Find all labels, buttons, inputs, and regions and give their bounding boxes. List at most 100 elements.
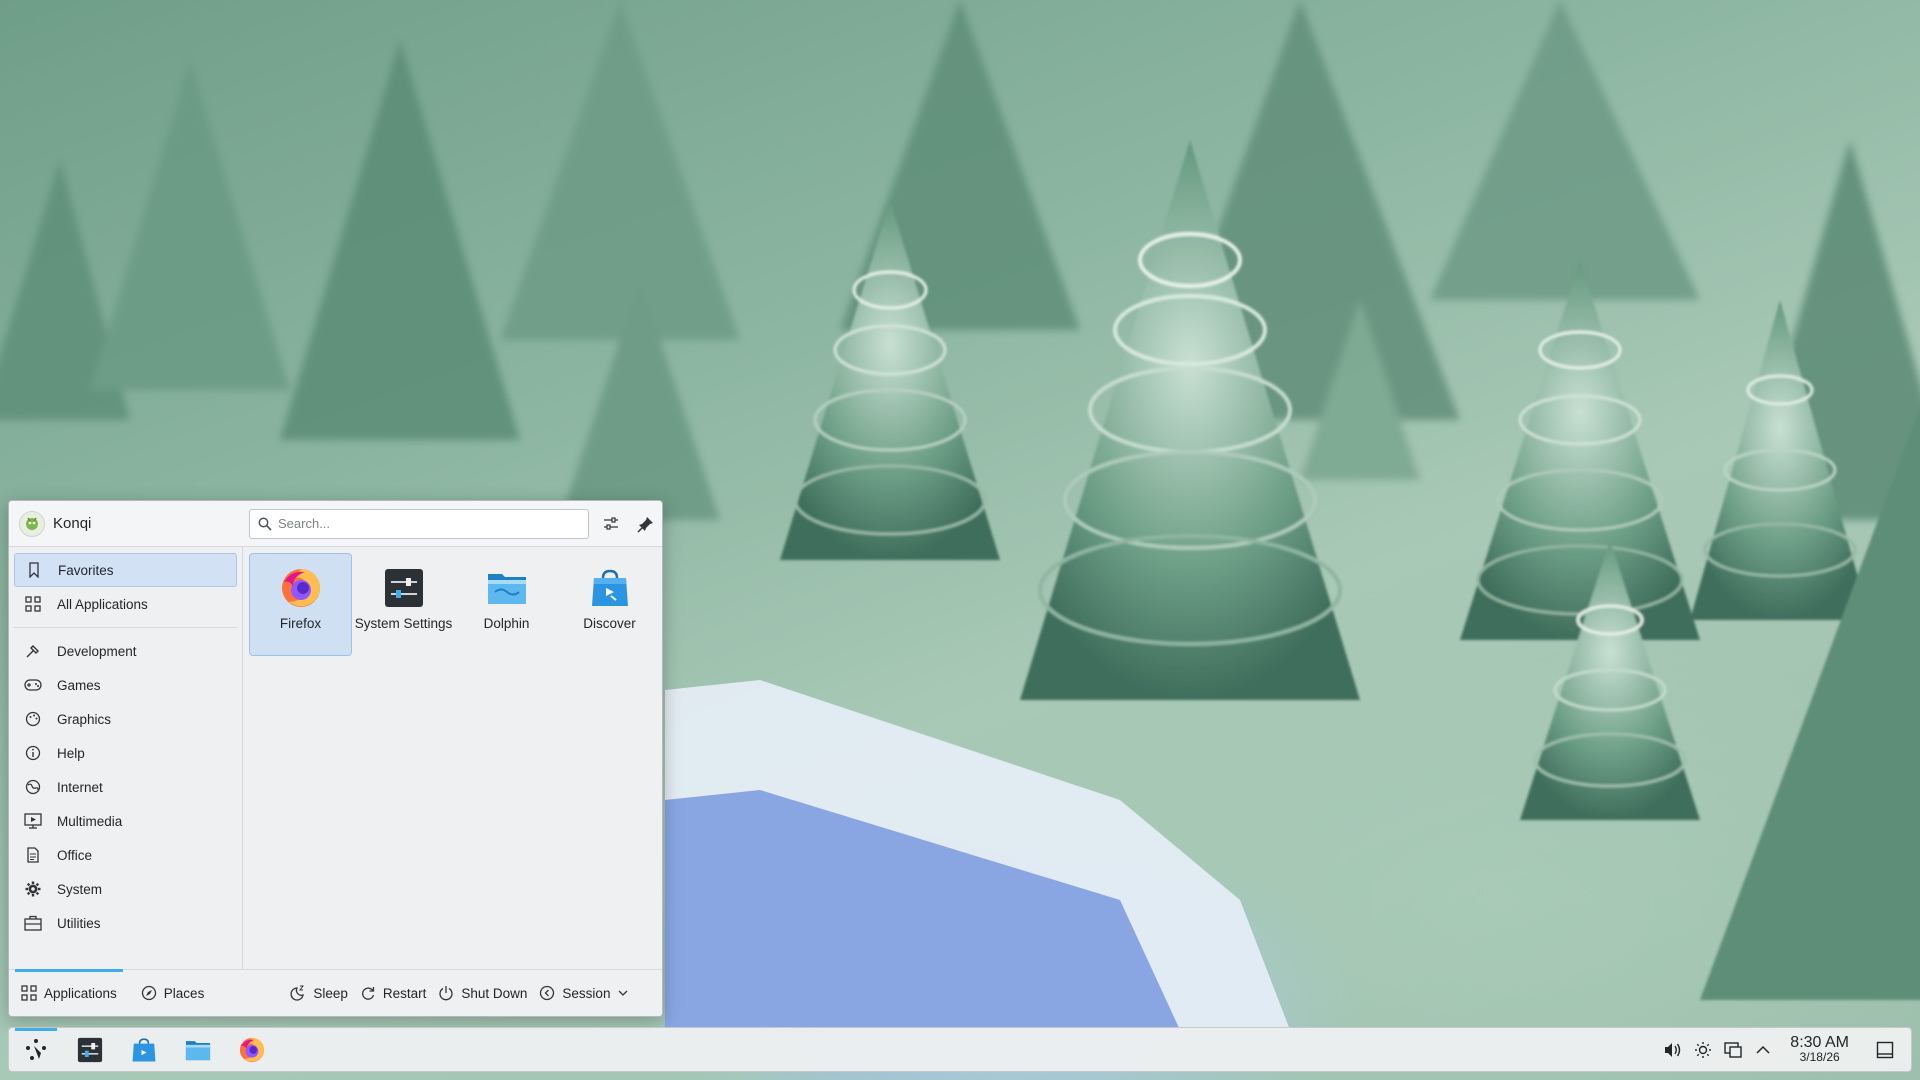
- search-icon: [258, 517, 272, 531]
- system-settings-icon: [77, 1037, 103, 1062]
- konqi-icon: [26, 517, 38, 530]
- sidebar-item-help[interactable]: Help: [14, 736, 237, 770]
- pin-button[interactable]: [631, 509, 661, 539]
- restart-button[interactable]: Restart: [354, 970, 433, 1017]
- sidebar-item-internet[interactable]: Internet: [14, 770, 237, 804]
- sidebar-divider: [14, 627, 237, 628]
- sidebar-item-all-applications[interactable]: All Applications: [14, 587, 237, 621]
- favorite-firefox[interactable]: Firefox: [249, 553, 352, 656]
- sidebar-item-label: System: [57, 881, 103, 897]
- sidebar-item-label: All Applications: [57, 596, 148, 612]
- gear-icon: [24, 880, 42, 898]
- tab-label: Places: [163, 985, 205, 1001]
- sidebar-item-office[interactable]: Office: [14, 838, 237, 872]
- pin-icon: [637, 516, 653, 533]
- sidebar-item-favorites[interactable]: Favorites: [14, 553, 237, 587]
- show-hidden-icons-button[interactable]: [1748, 1035, 1778, 1065]
- sidebar-item-label: Internet: [57, 779, 103, 795]
- clock-date: 3/18/26: [1799, 1050, 1840, 1064]
- session-icon: [539, 985, 555, 1001]
- sliders-icon: [604, 516, 618, 530]
- favorite-system-settings[interactable]: System Settings: [352, 553, 455, 656]
- sidebar-item-label: Utilities: [57, 915, 101, 931]
- volume-button[interactable]: [1658, 1035, 1688, 1065]
- chevron-down-icon: [618, 989, 628, 997]
- session-menu-button[interactable]: Session: [533, 970, 634, 1017]
- taskbar-firefox[interactable]: [229, 1028, 275, 1072]
- power-icon: [438, 985, 454, 1001]
- configure-button[interactable]: [596, 509, 626, 539]
- sidebar-item-label: Help: [57, 745, 85, 761]
- grid-icon: [21, 985, 37, 1001]
- user-avatar[interactable]: [19, 510, 45, 537]
- shutdown-button[interactable]: Shut Down: [432, 970, 533, 1017]
- sidebar-item-system[interactable]: System: [14, 872, 237, 906]
- discover-bag-icon: [132, 1037, 156, 1061]
- system-settings-icon: [384, 569, 423, 607]
- user-block[interactable]: Konqi: [9, 510, 244, 537]
- session-label: Session: [562, 985, 611, 1001]
- application-launcher-button[interactable]: [13, 1027, 59, 1072]
- globe-icon: [24, 778, 42, 796]
- tab-applications[interactable]: Applications: [9, 968, 129, 1017]
- grid-icon: [24, 595, 42, 613]
- app-label: Firefox: [279, 616, 322, 631]
- app-label: Dolphin: [483, 616, 530, 631]
- system-tray: 8:30 AM 3/18/26: [1658, 1028, 1901, 1072]
- app-label: Discover: [583, 616, 636, 631]
- brightness-icon: [1695, 1042, 1712, 1058]
- taskbar-dolphin[interactable]: [175, 1028, 221, 1072]
- application-launcher: Konqi Search... Favorites All Applicatio…: [8, 500, 663, 1017]
- brightness-button[interactable]: [1688, 1035, 1718, 1065]
- firefox-icon: [281, 569, 320, 607]
- firefox-icon: [239, 1037, 265, 1062]
- sidebar-item-label: Favorites: [58, 562, 114, 578]
- sidebar-item-games[interactable]: Games: [14, 668, 237, 702]
- taskbar-panel: 8:30 AM 3/18/26: [8, 1027, 1912, 1072]
- info-icon: [24, 744, 42, 762]
- desktop-icon: [1876, 1041, 1894, 1059]
- discover-bag-icon: [591, 569, 628, 606]
- sidebar-item-utilities[interactable]: Utilities: [14, 906, 237, 940]
- sidebar-item-label: Multimedia: [57, 813, 123, 829]
- category-sidebar: Favorites All Applications Development G…: [9, 547, 243, 971]
- chevron-up-icon: [1756, 1045, 1770, 1054]
- favorites-grid: Firefox System Settings Dolphin Discover: [249, 553, 661, 656]
- hammer-icon: [24, 642, 42, 660]
- sidebar-item-development[interactable]: Development: [14, 634, 237, 668]
- display-button[interactable]: [1718, 1035, 1748, 1065]
- tab-label: Applications: [44, 985, 117, 1001]
- document-icon: [24, 846, 42, 864]
- sidebar-item-multimedia[interactable]: Multimedia: [14, 804, 237, 838]
- launcher-header: Konqi: [9, 501, 662, 547]
- sleep-button[interactable]: Sleep: [282, 970, 354, 1017]
- sidebar-item-label: Games: [57, 677, 101, 693]
- app-label: System Settings: [354, 616, 453, 631]
- compass-icon: [141, 985, 157, 1001]
- digital-clock[interactable]: 8:30 AM 3/18/26: [1790, 1035, 1849, 1065]
- user-name: Konqi: [53, 515, 92, 532]
- bookmark-icon: [25, 561, 43, 579]
- monitor-play-icon: [24, 812, 42, 830]
- sidebar-item-label: Graphics: [57, 711, 112, 727]
- favorite-dolphin[interactable]: Dolphin: [455, 553, 558, 656]
- favorite-discover[interactable]: Discover: [558, 553, 661, 656]
- taskbar-system-settings[interactable]: [67, 1028, 113, 1072]
- sidebar-item-label: Development: [57, 643, 137, 659]
- volume-icon: [1665, 1043, 1681, 1057]
- peek-desktop-button[interactable]: [1869, 1034, 1901, 1066]
- toolbox-icon: [24, 914, 42, 932]
- dolphin-folder-icon: [487, 574, 526, 604]
- sidebar-item-label: Office: [57, 847, 93, 863]
- display-icon: [1724, 1042, 1742, 1058]
- taskbar-discover[interactable]: [121, 1028, 167, 1072]
- shutdown-label: Shut Down: [461, 985, 528, 1001]
- clock-time: 8:30 AM: [1790, 1034, 1849, 1051]
- restart-icon: [360, 985, 376, 1001]
- tab-places[interactable]: Places: [129, 970, 217, 1017]
- search-box[interactable]: [249, 508, 589, 539]
- dolphin-folder-icon: [185, 1040, 211, 1060]
- restart-label: Restart: [382, 985, 427, 1001]
- search-input[interactable]: [278, 509, 583, 538]
- sidebar-item-graphics[interactable]: Graphics: [14, 702, 237, 736]
